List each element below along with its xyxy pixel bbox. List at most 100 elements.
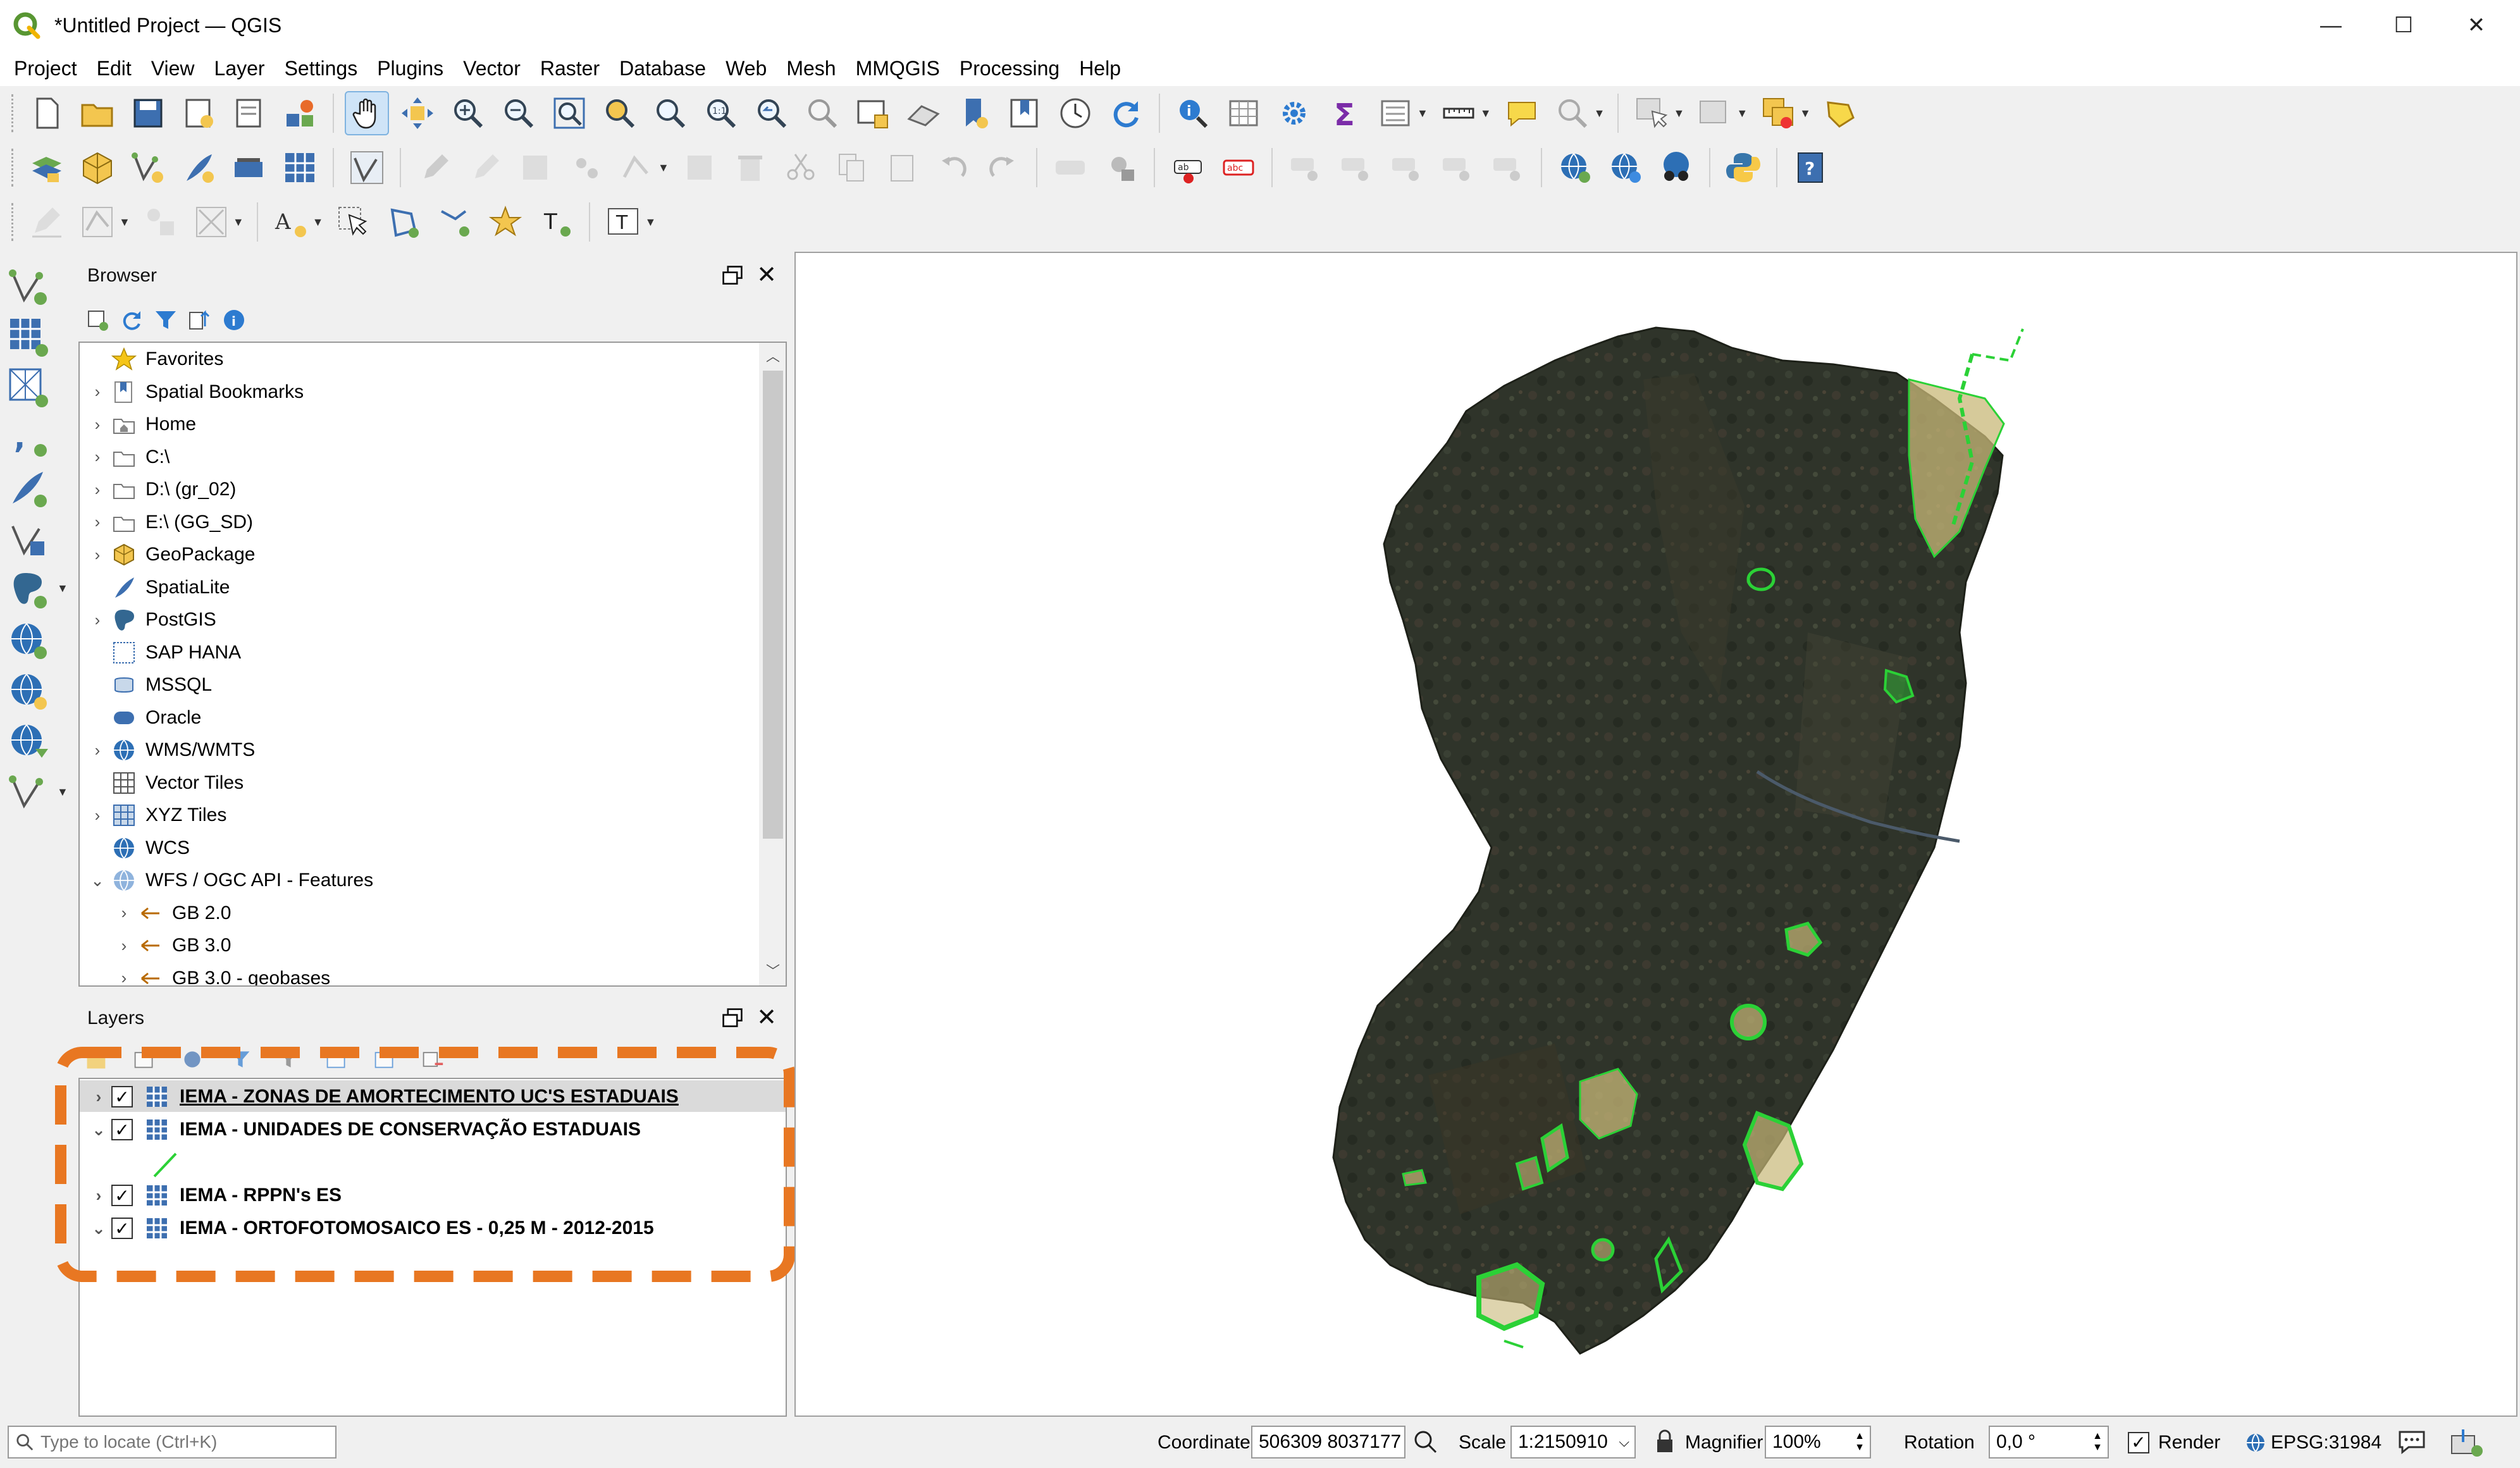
expand-arrow-icon[interactable]: › <box>85 512 110 532</box>
dropdown-arrow-icon[interactable]: ▼ <box>1673 107 1684 120</box>
spin-arrows-icon[interactable]: ▲ ▼ <box>1855 1431 1865 1453</box>
plugin-updates-icon[interactable] <box>2448 1426 2486 1459</box>
render-toggle[interactable]: ✓ Render <box>2128 1417 2220 1468</box>
zoom-to-layer-button[interactable] <box>648 91 693 135</box>
scroll-thumb[interactable] <box>763 371 783 839</box>
toggle-editing-button[interactable] <box>462 145 507 190</box>
pan-map-button[interactable] <box>345 91 389 135</box>
menu-plugins[interactable]: Plugins <box>369 57 455 80</box>
create-marker-annotation-button[interactable] <box>483 200 528 244</box>
collapse-all-icon[interactable] <box>187 307 213 333</box>
dropdown-arrow-icon[interactable]: ▼ <box>645 216 656 229</box>
browser-scrollbar[interactable]: ︿ ﹀ <box>759 343 786 985</box>
paste-features-button[interactable] <box>880 145 924 190</box>
browser-item[interactable]: › Spatial Bookmarks <box>85 376 304 409</box>
locator-search-input[interactable] <box>40 1432 319 1452</box>
processing-toolbox-button[interactable] <box>1272 91 1316 135</box>
add-wms-layer-button[interactable] <box>1553 145 1597 190</box>
crs-button[interactable]: EPSG:31984 <box>2244 1417 2381 1468</box>
zoom-in-button[interactable] <box>446 91 490 135</box>
text-annotation-button[interactable]: A <box>269 200 313 244</box>
reshape-button[interactable] <box>189 200 233 244</box>
add-postgis-button[interactable] <box>8 569 52 614</box>
toolbar-grip[interactable] <box>11 94 16 132</box>
magnifier-spinbox[interactable]: 100% ▲ ▼ <box>1765 1426 1871 1459</box>
expand-arrow-icon[interactable]: › <box>85 741 110 760</box>
text-format-button[interactable]: T <box>601 200 645 244</box>
select-features-button[interactable] <box>1629 91 1674 135</box>
change-label-button[interactable] <box>1486 145 1530 190</box>
map-tips-button[interactable] <box>1500 91 1544 135</box>
browser-item[interactable]: Vector Tiles <box>85 767 244 799</box>
create-polygon-annotation-button[interactable] <box>382 200 426 244</box>
expand-arrow-icon[interactable]: › <box>85 415 110 435</box>
menu-mesh[interactable]: Mesh <box>779 57 848 80</box>
zoom-native-button[interactable]: 1:1 <box>699 91 743 135</box>
add-point-button[interactable] <box>564 145 608 190</box>
advanced-digitizing-button[interactable] <box>25 200 69 244</box>
add-delimited-text-button[interactable]: , <box>8 417 52 462</box>
layout-manager-button[interactable] <box>227 91 271 135</box>
expand-arrow-icon[interactable]: › <box>111 936 137 956</box>
zoom-full-button[interactable] <box>547 91 591 135</box>
browser-item[interactable]: MSSQL <box>85 669 212 701</box>
menu-raster[interactable]: Raster <box>533 57 612 80</box>
open-project-button[interactable] <box>75 91 120 135</box>
browser-item[interactable]: WCS <box>85 832 190 865</box>
measure-button[interactable] <box>1436 91 1481 135</box>
browser-item[interactable]: › PostGIS <box>85 603 216 636</box>
move-label-button[interactable] <box>1385 145 1429 190</box>
open-attribute-table-button[interactable] <box>1221 91 1266 135</box>
menu-processing[interactable]: Processing <box>952 57 1072 80</box>
browser-item[interactable]: Favorites <box>85 343 223 376</box>
expand-arrow-icon[interactable]: › <box>85 447 110 467</box>
browser-item[interactable]: Oracle <box>85 701 201 734</box>
create-text-annotation-button[interactable]: T <box>534 200 578 244</box>
add-xyz-button[interactable] <box>8 670 52 715</box>
scroll-up-icon[interactable]: ︿ <box>759 343 786 371</box>
cut-features-button[interactable] <box>779 145 823 190</box>
menu-vector[interactable]: Vector <box>455 57 533 80</box>
menu-project[interactable]: Project <box>6 57 89 80</box>
save-edits-button[interactable] <box>513 145 557 190</box>
show-bookmarks-button[interactable] <box>1003 91 1047 135</box>
label-toolbar-button[interactable] <box>1048 145 1092 190</box>
browser-item[interactable]: › Home <box>85 408 196 441</box>
metasearch-button[interactable] <box>1654 145 1698 190</box>
close-window-button[interactable]: ✕ <box>2442 0 2511 51</box>
info-icon[interactable]: i <box>221 307 247 333</box>
new-map-view-button[interactable] <box>851 91 895 135</box>
dropdown-arrow-icon[interactable]: ▼ <box>1480 107 1492 120</box>
toggle-extents-icon[interactable] <box>1412 1428 1440 1456</box>
maximize-button[interactable]: ☐ <box>2369 0 2438 51</box>
scroll-down-icon[interactable]: ﹀ <box>759 958 786 985</box>
statistical-summary-button[interactable]: Σ <box>1323 91 1367 135</box>
label-pin-button[interactable] <box>1099 145 1143 190</box>
new-bookmark-button[interactable] <box>952 91 996 135</box>
field-calculator-button[interactable] <box>1373 91 1418 135</box>
add-raster-layer-button[interactable] <box>8 316 52 361</box>
menu-database[interactable]: Database <box>612 57 718 80</box>
toolbar-grip[interactable] <box>11 149 16 187</box>
refresh-button[interactable] <box>1104 91 1148 135</box>
menu-view[interactable]: View <box>144 57 207 80</box>
lock-icon[interactable] <box>1653 1428 1676 1456</box>
add-selected-layer-icon[interactable] <box>85 307 110 333</box>
deselect-features-button[interactable] <box>1756 91 1800 135</box>
add-wms-button[interactable] <box>8 620 52 664</box>
browser-item[interactable]: › E:\ (GG_SD) <box>85 506 253 539</box>
add-wfs-layer-button[interactable] <box>1603 145 1648 190</box>
select-polygon-button[interactable] <box>1819 91 1863 135</box>
new-temporary-layer-button[interactable] <box>278 145 322 190</box>
expand-arrow-icon[interactable]: › <box>111 903 137 923</box>
browser-item[interactable]: › WMS/WMTS <box>85 734 255 767</box>
dropdown-arrow-icon[interactable]: ▼ <box>233 216 244 229</box>
add-wfs-button[interactable] <box>8 721 52 765</box>
data-source-manager-button[interactable] <box>25 145 69 190</box>
undo-button[interactable] <box>930 145 975 190</box>
locator-zoom-button[interactable] <box>1550 91 1595 135</box>
expand-arrow-icon[interactable]: › <box>85 382 110 402</box>
add-virtual-layer-button[interactable] <box>8 519 52 563</box>
dropdown-arrow-icon[interactable]: ▼ <box>1417 107 1428 120</box>
show-labels-button[interactable] <box>1334 145 1378 190</box>
